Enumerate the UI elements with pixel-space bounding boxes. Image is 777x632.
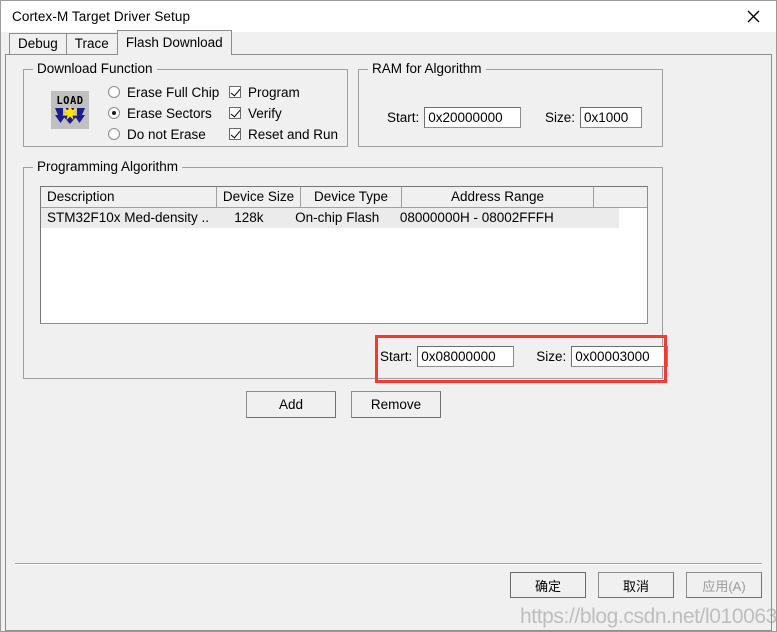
checkbox-verify-label: Verify	[248, 105, 282, 121]
checkbox-verify-indicator	[229, 107, 241, 119]
checkbox-program-indicator	[229, 86, 241, 98]
checkbox-program[interactable]: Program	[229, 82, 338, 102]
ok-button[interactable]: 确定	[510, 572, 586, 598]
table-header-row: Description Device Size Device Type Addr…	[41, 187, 647, 208]
algorithm-address-fields: Start: 0x08000000 Size: 0x00003000	[380, 346, 669, 367]
tab-strip: Debug Trace Flash Download	[1, 30, 776, 55]
algorithm-size-input[interactable]: 0x00003000	[571, 346, 669, 367]
checkbox-program-label: Program	[248, 84, 300, 100]
ram-size-input[interactable]: 0x1000	[580, 107, 643, 128]
radio-erase-sectors-indicator	[108, 107, 120, 119]
footer-separator	[15, 563, 762, 565]
ram-start-input[interactable]: 0x20000000	[424, 107, 522, 128]
cell-blank	[568, 208, 619, 228]
close-button[interactable]	[730, 1, 776, 31]
group-download-function-title: Download Function	[33, 62, 157, 76]
radio-erase-full-chip-indicator	[108, 86, 120, 98]
ram-size-row: Size: 0x1000	[545, 107, 643, 128]
radio-erase-full-chip[interactable]: Erase Full Chip	[108, 82, 219, 102]
ram-start-row: Start: 0x20000000	[387, 107, 522, 128]
close-icon	[747, 10, 760, 23]
group-ram-for-algorithm-title: RAM for Algorithm	[368, 62, 486, 76]
checkbox-reset-and-run[interactable]: Reset and Run	[229, 124, 338, 144]
column-header-blank[interactable]	[594, 187, 647, 207]
window-title: Cortex-M Target Driver Setup	[12, 8, 191, 24]
checkbox-verify[interactable]: Verify	[229, 103, 338, 123]
column-header-description[interactable]: Description	[41, 187, 217, 207]
add-button[interactable]: Add	[246, 391, 336, 418]
algorithm-start-label: Start:	[380, 349, 413, 364]
title-bar: Cortex-M Target Driver Setup	[1, 1, 776, 32]
radio-erase-sectors-label: Erase Sectors	[127, 105, 212, 121]
group-ram-for-algorithm: RAM for Algorithm Start: 0x20000000 Size…	[358, 62, 663, 147]
dialog-button-bar: 确定 取消 应用(A)	[510, 572, 762, 598]
algorithm-size-label: Size:	[536, 349, 567, 364]
radio-do-not-erase-indicator	[108, 128, 120, 140]
tab-content-flash-download: Download Function LOAD Erase Full Chip E…	[5, 54, 772, 631]
group-programming-algorithm-title: Programming Algorithm	[33, 160, 183, 174]
apply-button[interactable]: 应用(A)	[686, 572, 762, 598]
checkbox-reset-and-run-indicator	[229, 128, 241, 140]
column-header-device-type[interactable]: Device Type	[301, 187, 402, 207]
radio-erase-sectors[interactable]: Erase Sectors	[108, 103, 219, 123]
cell-address-range: 08000000H - 08002FFFH	[399, 210, 554, 225]
cell-device-type: On-chip Flash	[295, 210, 380, 225]
algorithm-start-input[interactable]: 0x08000000	[417, 346, 515, 367]
radio-do-not-erase[interactable]: Do not Erase	[108, 124, 219, 144]
erase-mode-radio-group: Erase Full Chip Erase Sectors Do not Era…	[108, 82, 219, 145]
group-programming-algorithm: Programming Algorithm Description Device…	[23, 160, 669, 383]
cancel-button[interactable]: 取消	[598, 572, 674, 598]
checkbox-reset-and-run-label: Reset and Run	[248, 126, 339, 142]
programming-algorithm-table[interactable]: Description Device Size Device Type Addr…	[40, 186, 648, 324]
tab-debug[interactable]: Debug	[9, 33, 67, 54]
cell-device-size: 128k	[234, 210, 264, 225]
load-icon: LOAD	[51, 91, 89, 129]
column-header-device-size[interactable]: Device Size	[217, 187, 301, 207]
tab-trace[interactable]: Trace	[65, 33, 118, 54]
ram-start-label: Start:	[387, 110, 420, 125]
download-options-checkbox-group: Program Verify Reset and Run	[229, 82, 338, 145]
table-row[interactable]: STM32F10x Med-density ... 128k On-chip F…	[41, 208, 619, 228]
tab-flash-download[interactable]: Flash Download	[116, 30, 232, 55]
radio-erase-full-chip-label: Erase Full Chip	[127, 84, 220, 100]
group-download-function: Download Function LOAD Erase Full Chip E…	[23, 62, 348, 147]
column-header-address-range[interactable]: Address Range	[402, 187, 594, 207]
ram-size-label: Size:	[545, 110, 576, 125]
radio-do-not-erase-label: Do not Erase	[127, 126, 206, 142]
cell-description: STM32F10x Med-density ...	[47, 210, 209, 225]
remove-button[interactable]: Remove	[351, 391, 441, 418]
dialog-window: Cortex-M Target Driver Setup Debug Trace…	[0, 0, 777, 632]
